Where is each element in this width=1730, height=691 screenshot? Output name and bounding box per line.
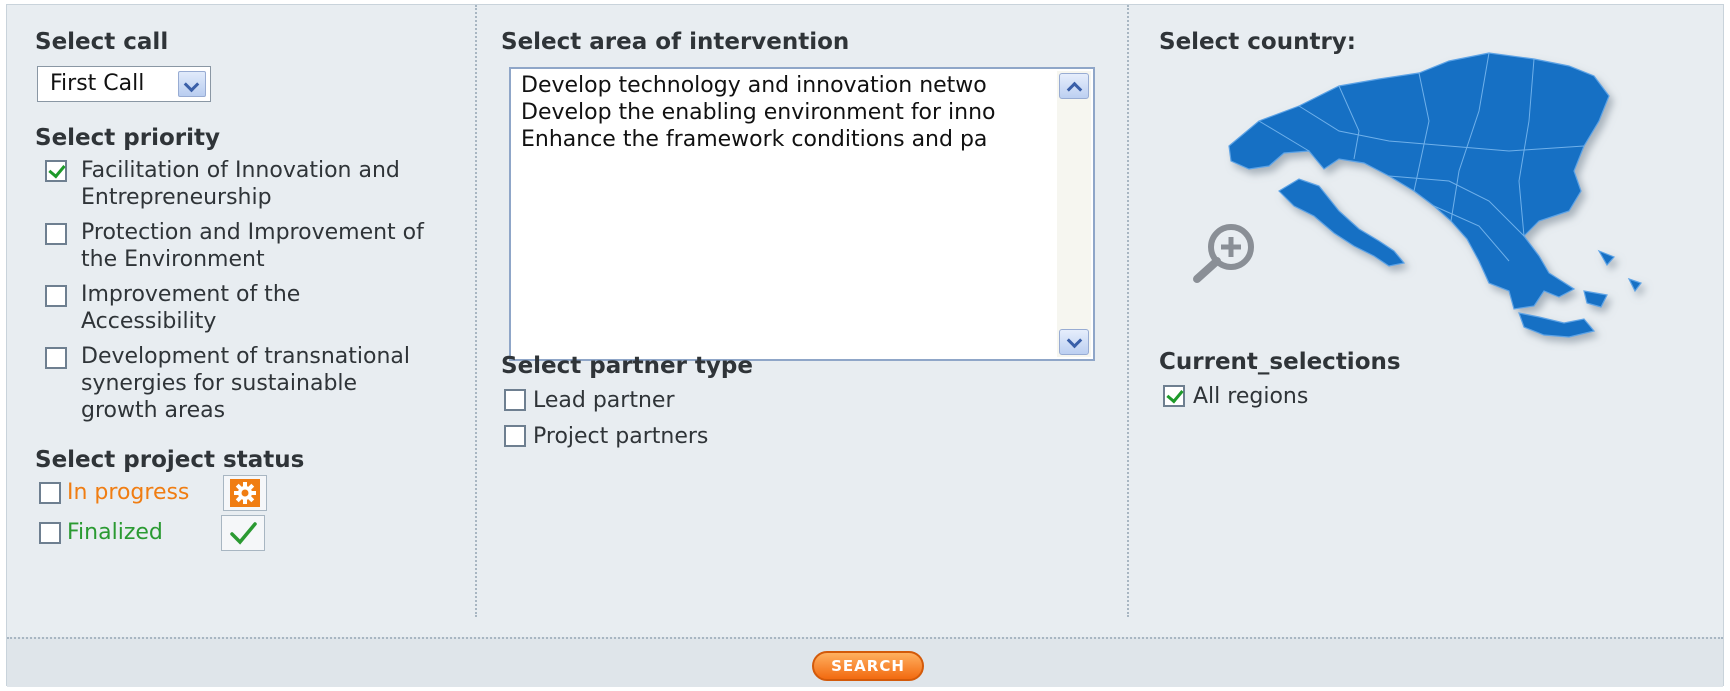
scroll-down-icon[interactable] [1059, 329, 1089, 355]
zoom-in-icon[interactable] [1187, 219, 1267, 289]
footer-bar: SEARCH [7, 637, 1723, 687]
gear-icon [223, 475, 267, 511]
search-form: Select call First Call Select priority F… [6, 4, 1725, 687]
scroll-up-icon[interactable] [1059, 73, 1089, 99]
region-map[interactable] [1189, 51, 1659, 351]
priority-label-4: Development of transnational synergies fo… [81, 344, 411, 423]
priority-label-3: Improvement of the Accessibility [81, 282, 301, 334]
call-heading: Select call [35, 29, 169, 55]
status-finalized-label: Finalized [67, 520, 163, 545]
priority-checkbox-2[interactable] [45, 223, 67, 245]
intervention-option[interactable]: Develop the enabling environment for inn… [521, 100, 1051, 125]
priority-label-1: Facilitation of Innovation and Entreprene… [81, 158, 400, 210]
project-partners-checkbox[interactable] [504, 425, 526, 447]
call-select-value: First Call [50, 71, 145, 96]
status-in-progress-checkbox[interactable] [39, 482, 61, 504]
priority-checkbox-4[interactable] [45, 347, 67, 369]
intervention-listbox[interactable]: Develop technology and innovation netwo … [509, 67, 1095, 361]
intervention-heading: Select area of intervention [501, 29, 850, 55]
search-button[interactable]: SEARCH [812, 651, 924, 681]
priority-heading: Select priority [35, 125, 220, 151]
intervention-option[interactable]: Develop technology and innovation netwo [521, 73, 1051, 98]
status-in-progress-label: In progress [67, 480, 190, 505]
lead-partner-checkbox[interactable] [504, 389, 526, 411]
status-heading: Select project status [35, 447, 305, 473]
left-column: Select call First Call Select priority F… [7, 5, 475, 617]
partner-heading: Select partner type [501, 353, 753, 379]
lead-partner-label: Lead partner [533, 388, 675, 413]
all-regions-checkbox[interactable] [1163, 385, 1185, 407]
all-regions-label: All regions [1193, 384, 1309, 409]
intervention-option[interactable]: Enhance the framework conditions and pa [521, 127, 1051, 152]
priority-checkbox-1[interactable] [45, 160, 67, 182]
chevron-down-icon[interactable] [178, 71, 206, 97]
right-column: Select country: Current_selections All r… [1127, 5, 1725, 617]
checkmark-icon [221, 515, 265, 551]
status-finalized-checkbox[interactable] [39, 522, 61, 544]
call-select[interactable]: First Call [37, 66, 211, 102]
priority-checkbox-3[interactable] [45, 285, 67, 307]
current-selections-heading: Current_selections [1159, 349, 1401, 375]
project-partners-label: Project partners [533, 424, 709, 449]
middle-column: Select area of intervention Develop tech… [475, 5, 1129, 617]
priority-label-2: Protection and Improvement of the Environ… [81, 220, 424, 272]
listbox-scrollbar[interactable] [1057, 71, 1091, 357]
